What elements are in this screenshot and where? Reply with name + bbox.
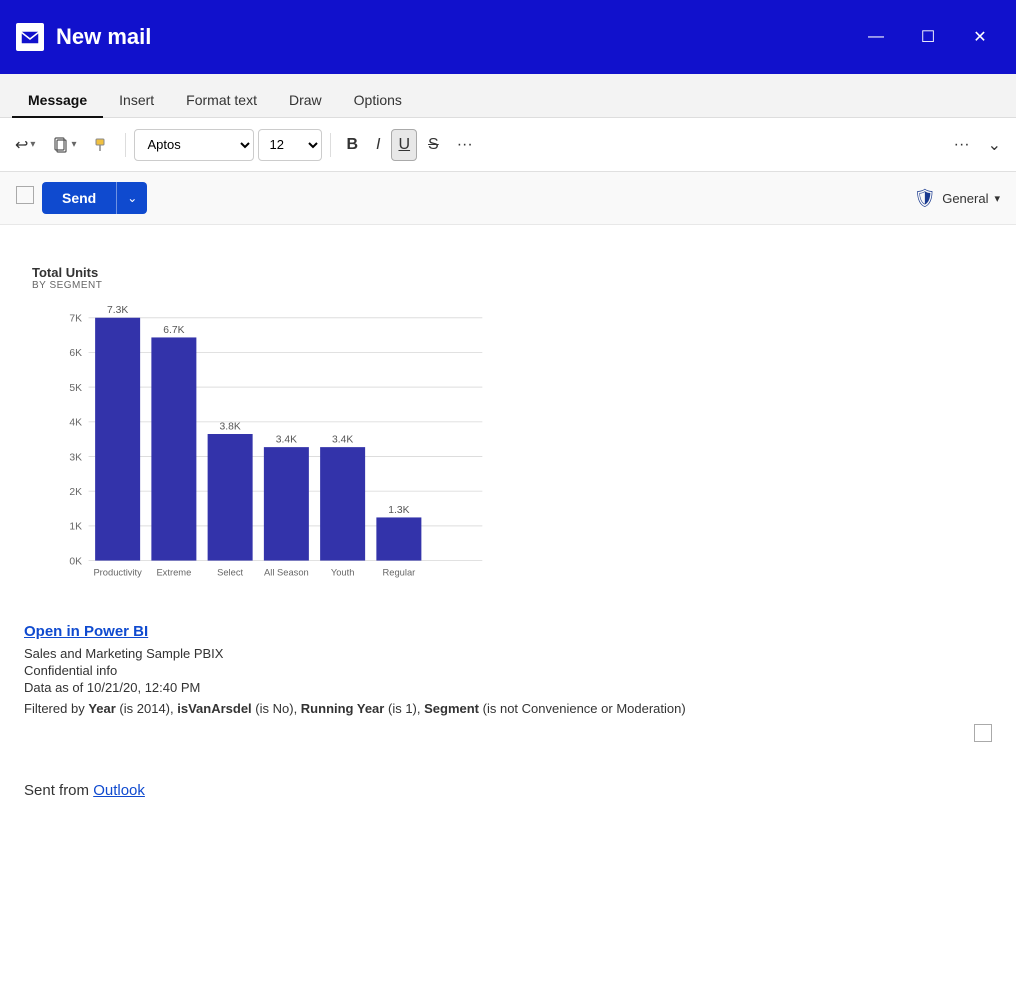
more-formatting-button[interactable]: ···: [450, 129, 480, 161]
outlook-link[interactable]: Outlook: [93, 782, 145, 799]
bottom-checkbox[interactable]: [974, 724, 992, 742]
svg-text:2K: 2K: [69, 487, 82, 498]
underline-button[interactable]: U: [391, 129, 417, 161]
close-button[interactable]: ✕: [960, 21, 1000, 53]
svg-text:1K: 1K: [69, 522, 82, 533]
bold-button[interactable]: B: [339, 129, 365, 161]
confidential-info: Confidential info: [24, 663, 992, 678]
filter-prefix: Filtered by: [24, 701, 88, 716]
strikethrough-button[interactable]: S: [421, 129, 446, 161]
bar-extreme: [151, 337, 196, 560]
tab-bar: Message Insert Format text Draw Options: [0, 74, 1016, 118]
svg-text:3.4K: 3.4K: [276, 434, 297, 445]
filter-running-bold: Running Year: [301, 701, 385, 716]
chart-subtitle: BY SEGMENT: [32, 280, 984, 291]
sent-from-text: Sent from: [24, 782, 93, 799]
recipient-checkbox[interactable]: [16, 186, 34, 204]
window-controls: — ☐ ✕: [856, 21, 1000, 53]
tab-message[interactable]: Message: [12, 84, 103, 118]
svg-text:5K: 5K: [69, 383, 82, 394]
chart-container: Total Units BY SEGMENT 7K 6K 5K: [24, 257, 992, 607]
mail-app-icon: [16, 23, 44, 51]
italic-button[interactable]: I: [369, 129, 387, 161]
separator-2: [330, 133, 331, 157]
font-size-select[interactable]: 8 10 12 14 16 18 20: [258, 129, 322, 161]
data-date: Data as of 10/21/20, 12:40 PM: [24, 680, 992, 695]
svg-text:All Season: All Season: [264, 568, 309, 578]
toolbar: ↩ ▾ ▾ Aptos Arial Calibri Times New Roma…: [0, 118, 1016, 172]
bar-allseason: [264, 447, 309, 560]
filter-year-bold: Year: [88, 701, 115, 716]
bar-youth: [320, 447, 365, 560]
svg-text:Regular: Regular: [382, 568, 415, 578]
svg-text:Select: Select: [217, 568, 243, 578]
filter-line: Filtered by Year (is 2014), isVanArsdel …: [24, 701, 992, 716]
chart-area: 7K 6K 5K 4K 3K 2K 1K 0K 7.3K Productivit…: [32, 299, 492, 599]
svg-text:Extreme: Extreme: [156, 568, 191, 578]
clipboard-button[interactable]: ▾: [46, 129, 83, 161]
more-options-button[interactable]: ···: [947, 129, 977, 161]
filter-vanArsdel-val: (is No),: [255, 701, 301, 716]
bar-productivity: [95, 318, 140, 561]
font-family-select[interactable]: Aptos Arial Calibri Times New Roman: [134, 129, 254, 161]
send-button-group: Send ⌄: [16, 182, 147, 214]
report-name: Sales and Marketing Sample PBIX: [24, 646, 992, 661]
tab-options[interactable]: Options: [338, 84, 418, 118]
filter-year-val: (is 2014),: [119, 701, 177, 716]
sensitivity-chevron: ▾: [994, 192, 1000, 205]
filter-vanArsdel-bold: isVanArsdel: [177, 701, 251, 716]
svg-text:7.3K: 7.3K: [107, 305, 128, 316]
mail-body: Total Units BY SEGMENT 7K 6K 5K: [0, 225, 1016, 1008]
svg-text:3.4K: 3.4K: [332, 434, 353, 445]
format-painter-button[interactable]: [87, 129, 117, 161]
filter-segment-bold: Segment: [424, 701, 479, 716]
undo-button[interactable]: ↩ ▾: [8, 129, 42, 161]
svg-text:0K: 0K: [69, 556, 82, 567]
expand-button[interactable]: ⌄: [981, 129, 1008, 161]
svg-text:3.8K: 3.8K: [220, 421, 241, 432]
shield-icon: 🛡: [913, 188, 936, 209]
svg-text:3K: 3K: [69, 452, 82, 463]
sensitivity-text: General: [942, 191, 988, 206]
tab-format-text[interactable]: Format text: [170, 84, 273, 118]
bar-chart-svg: 7K 6K 5K 4K 3K 2K 1K 0K 7.3K Productivit…: [32, 299, 492, 599]
content-area: Send ⌄ 🛡 General ▾ Total Units BY SEGMEN…: [0, 172, 1016, 1008]
sensitivity-label[interactable]: 🛡 General ▾: [913, 188, 1000, 209]
filter-running-val: (is 1),: [388, 701, 424, 716]
title-bar: New mail — ☐ ✕: [0, 0, 1016, 74]
sent-from: Sent from Outlook: [24, 782, 992, 799]
title-bar-left: New mail: [16, 23, 151, 51]
separator-1: [125, 133, 126, 157]
maximize-button[interactable]: ☐: [908, 21, 948, 53]
tab-insert[interactable]: Insert: [103, 84, 170, 118]
power-bi-link[interactable]: Open in Power BI: [24, 623, 992, 640]
bar-regular: [376, 517, 421, 560]
window-title: New mail: [56, 24, 151, 50]
minimize-button[interactable]: —: [856, 21, 896, 53]
send-dropdown-button[interactable]: ⌄: [116, 182, 147, 214]
svg-text:7K: 7K: [69, 314, 82, 325]
svg-text:4K: 4K: [69, 418, 82, 429]
svg-text:6.7K: 6.7K: [163, 325, 184, 336]
send-button[interactable]: Send: [42, 182, 116, 214]
bar-select: [208, 434, 253, 561]
chart-title: Total Units: [32, 265, 984, 280]
tab-draw[interactable]: Draw: [273, 84, 338, 118]
send-row: Send ⌄ 🛡 General ▾: [0, 172, 1016, 225]
filter-segment-val: (is not Convenience or Moderation): [483, 701, 686, 716]
svg-text:Productivity: Productivity: [93, 568, 142, 578]
svg-text:1.3K: 1.3K: [388, 505, 409, 516]
svg-text:Youth: Youth: [331, 568, 355, 578]
svg-text:6K: 6K: [69, 348, 82, 359]
